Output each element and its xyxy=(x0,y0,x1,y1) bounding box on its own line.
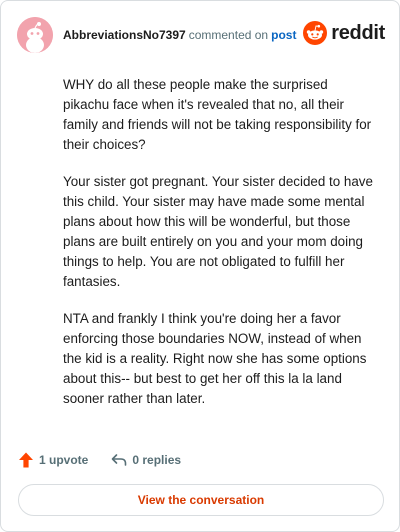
snoo-avatar-icon xyxy=(17,17,53,53)
upvote-button[interactable]: 1 upvote xyxy=(17,451,88,469)
username-link[interactable]: AbbreviationsNo7397 xyxy=(63,28,186,42)
comment-paragraph: NTA and frankly I think you're doing her… xyxy=(63,311,367,406)
comment-body: WHY do all these people make the surpris… xyxy=(63,75,373,426)
comment-actions: 1 upvote 0 replies xyxy=(17,451,203,469)
comment-meta: AbbreviationsNo7397 commented on post xyxy=(63,28,296,42)
upvote-count: 1 upvote xyxy=(39,453,89,467)
replies-button[interactable]: 0 replies xyxy=(110,451,181,469)
view-conversation-label: View the conversation xyxy=(137,493,265,507)
action-text: commented on xyxy=(188,28,269,42)
post-link[interactable]: post xyxy=(271,28,296,42)
view-conversation-button[interactable]: View the conversation xyxy=(18,484,384,516)
comment-paragraph: WHY do all these people make the surpris… xyxy=(63,77,372,152)
reddit-brand[interactable]: reddit xyxy=(303,21,385,45)
upvote-arrow-icon xyxy=(19,452,33,468)
reddit-logo-icon xyxy=(303,21,328,45)
comment-header: AbbreviationsNo7397 commented on post re… xyxy=(17,15,385,55)
comment-paragraph: Your sister got pregnant. Your sister de… xyxy=(63,174,373,289)
reply-arrow-icon xyxy=(112,454,127,466)
comment-card: AbbreviationsNo7397 commented on post re… xyxy=(0,0,400,532)
user-avatar[interactable] xyxy=(17,17,53,53)
brand-wordmark: reddit xyxy=(331,21,385,44)
replies-count: 0 replies xyxy=(132,453,182,467)
